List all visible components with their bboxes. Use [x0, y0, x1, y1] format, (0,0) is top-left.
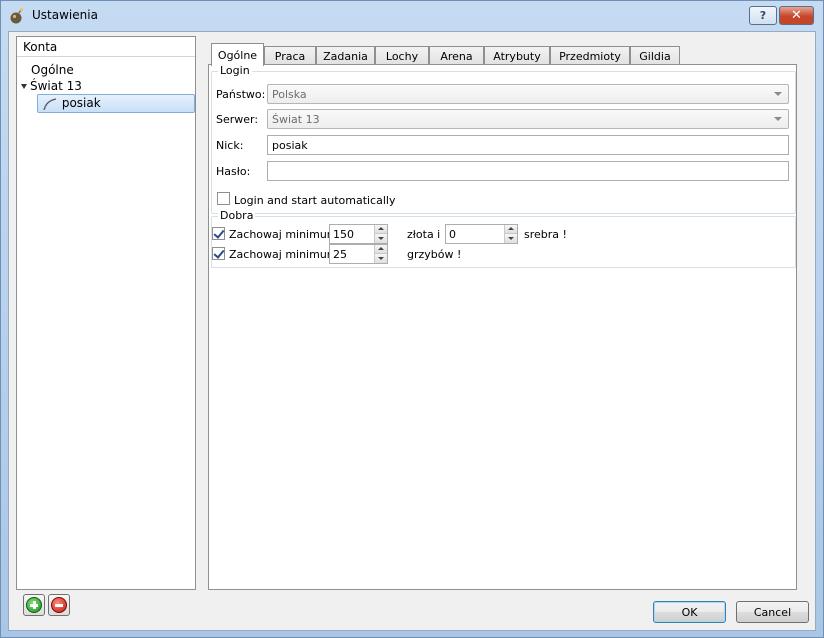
- tab-quests[interactable]: Zadania: [316, 46, 375, 65]
- spin-buttons: [504, 225, 517, 243]
- spin-down-icon[interactable]: [505, 234, 517, 243]
- spin-buttons: [374, 245, 387, 263]
- auto-login-label[interactable]: Login and start automatically: [234, 194, 395, 207]
- keep-gold-label[interactable]: Zachowaj minimum: [229, 228, 338, 241]
- close-icon: ✕: [791, 8, 802, 23]
- tree-item-label: Świat 13: [30, 79, 82, 93]
- window-title: Ustawienia: [32, 8, 98, 22]
- mushrooms-value: 25: [333, 248, 347, 261]
- accounts-tree[interactable]: Konta Ogólne Świat 13 posiak: [16, 36, 196, 590]
- silver-spinbox[interactable]: 0: [445, 224, 518, 244]
- goods-group-label: Dobra: [218, 209, 256, 222]
- tab-dungeons[interactable]: Lochy: [375, 46, 429, 65]
- spin-buttons: [374, 225, 387, 243]
- tab-arena[interactable]: Arena: [429, 46, 484, 65]
- server-value: Świat 13: [272, 113, 320, 126]
- gold-value: 150: [333, 228, 354, 241]
- country-value: Polska: [272, 88, 307, 101]
- nick-label: Nick:: [216, 139, 244, 152]
- keep-gold-checkbox[interactable]: [212, 227, 225, 240]
- password-label: Hasło:: [216, 165, 251, 178]
- tab-work[interactable]: Praca: [264, 46, 316, 65]
- tree-item-general[interactable]: Ogólne: [31, 63, 74, 77]
- mushrooms-spinbox[interactable]: 25: [329, 244, 388, 264]
- spin-down-icon[interactable]: [375, 234, 387, 243]
- chevron-down-icon: [774, 117, 782, 121]
- password-input[interactable]: [267, 161, 789, 181]
- add-account-button[interactable]: [23, 594, 45, 616]
- bomb-app-icon: [10, 8, 23, 24]
- close-button[interactable]: ✕: [779, 6, 814, 25]
- server-label: Serwer:: [216, 113, 259, 126]
- keep-mushrooms-checkbox[interactable]: [212, 247, 225, 260]
- cancel-button[interactable]: Cancel: [736, 601, 809, 623]
- nick-value: posiak: [272, 139, 308, 152]
- tab-general[interactable]: Ogólne: [211, 43, 264, 66]
- chevron-down-icon: [774, 92, 782, 96]
- country-label: Państwo:: [216, 88, 266, 101]
- tree-item-world[interactable]: Świat 13: [21, 79, 82, 93]
- expand-arrow-icon[interactable]: [21, 84, 27, 89]
- title-bar[interactable]: Ustawienia ? ✕: [1, 1, 823, 31]
- remove-account-button[interactable]: [48, 594, 70, 616]
- dialog-client-area: Konta Ogólne Świat 13 posiak Ogólne Prac…: [8, 31, 816, 631]
- minus-icon: [51, 597, 67, 613]
- general-tab-panel: Login Państwo: Polska Serwer: Świat 13 N…: [208, 64, 797, 590]
- ok-button[interactable]: OK: [653, 601, 726, 623]
- tree-item-account[interactable]: posiak: [37, 94, 195, 113]
- nick-input[interactable]: posiak: [267, 135, 789, 155]
- spin-up-icon[interactable]: [375, 245, 387, 254]
- tree-item-label: posiak: [61, 96, 101, 110]
- tab-guild[interactable]: Gildia: [630, 46, 680, 65]
- tab-attributes[interactable]: Atrybuty: [484, 46, 550, 65]
- settings-window: Ustawienia ? ✕ Konta Ogólne Świat 13 pos…: [0, 0, 824, 638]
- keep-mushrooms-label[interactable]: Zachowaj minimum: [229, 248, 338, 261]
- server-select[interactable]: Świat 13: [267, 109, 789, 129]
- spin-down-icon[interactable]: [375, 254, 387, 263]
- auto-login-checkbox[interactable]: [217, 192, 230, 205]
- silver-value: 0: [449, 228, 456, 241]
- help-icon: ?: [759, 9, 767, 22]
- country-select[interactable]: Polska: [267, 84, 789, 104]
- spin-up-icon[interactable]: [375, 225, 387, 234]
- tab-items[interactable]: Przedmioty: [550, 46, 630, 65]
- tree-header: Konta: [17, 37, 195, 57]
- gold-text: złota i: [407, 228, 441, 241]
- gold-spinbox[interactable]: 150: [329, 224, 388, 244]
- spin-up-icon[interactable]: [505, 225, 517, 234]
- scythe-icon: [43, 97, 57, 110]
- silver-text: srebra !: [524, 228, 567, 241]
- plus-icon: [26, 597, 42, 613]
- tree-item-label: Ogólne: [31, 63, 74, 77]
- help-button[interactable]: ?: [749, 6, 777, 25]
- mushrooms-text: grzybów !: [407, 248, 462, 261]
